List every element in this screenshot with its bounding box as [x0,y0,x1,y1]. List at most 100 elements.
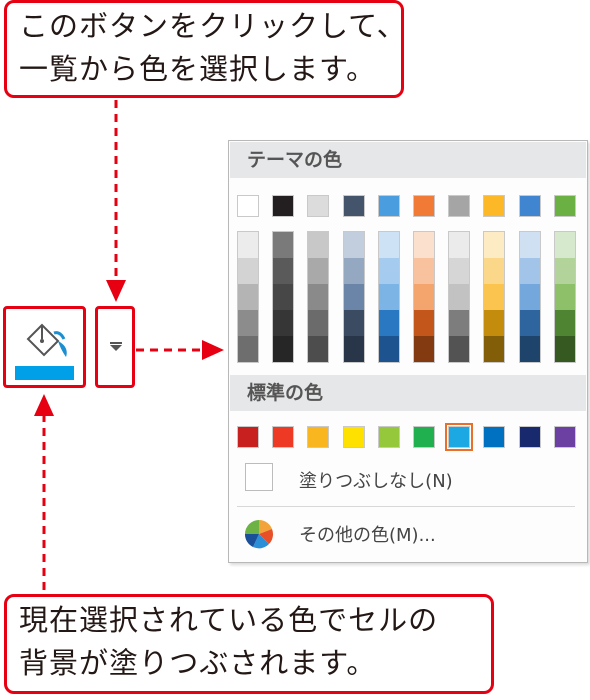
standard-color-swatch[interactable] [553,426,576,448]
callout-bottom-line1: 現在選択されている色でセルの [19,603,439,637]
theme-shade-swatch[interactable] [519,258,540,284]
theme-shade-column [377,231,400,363]
standard-colors-header: 標準の色 [230,375,586,411]
standard-color-swatch[interactable] [342,426,365,448]
theme-shade-swatch[interactable] [414,310,434,336]
standard-color-swatch[interactable] [377,426,400,448]
theme-shade-swatch[interactable] [484,232,505,258]
theme-shade-swatch[interactable] [449,258,470,284]
no-fill-label: 塗りつぶしなし(N) [299,471,453,492]
theme-shade-swatch[interactable] [273,258,294,284]
current-fill-color-swatch [15,366,74,380]
fill-color-button[interactable] [3,306,86,388]
standard-color-swatch[interactable] [237,426,259,448]
theme-shade-swatch[interactable] [343,232,364,258]
theme-shade-column [553,231,576,363]
theme-shade-swatch[interactable] [308,232,329,258]
arrowhead-down [106,280,126,302]
fill-color-dropdown-button[interactable] [95,306,135,388]
theme-shade-swatch[interactable] [449,232,470,258]
theme-shade-column [483,231,506,363]
theme-shade-swatch[interactable] [449,310,470,336]
theme-shade-swatch[interactable] [238,284,258,310]
theme-shade-swatch[interactable] [519,232,540,258]
theme-shade-swatch[interactable] [449,284,470,310]
theme-shade-swatch[interactable] [554,232,575,258]
theme-shade-column [448,231,471,363]
theme-shade-swatch[interactable] [519,310,540,336]
theme-shade-swatch[interactable] [238,258,258,284]
theme-shade-column [307,231,330,363]
theme-shade-swatch[interactable] [414,284,434,310]
theme-shade-swatch[interactable] [519,336,540,362]
theme-color-swatch[interactable] [518,195,541,217]
theme-shade-swatch[interactable] [273,336,294,362]
theme-shade-swatch[interactable] [484,310,505,336]
theme-shade-swatch[interactable] [484,258,505,284]
theme-shade-swatch[interactable] [484,336,505,362]
instruction-callout-top: このボタンをクリックして、 一覧から色を選択します。 [4,0,407,98]
theme-color-swatch[interactable] [272,195,295,217]
theme-shade-swatch[interactable] [554,336,575,362]
theme-color-swatch[interactable] [483,195,506,217]
theme-shade-swatch[interactable] [343,310,364,336]
theme-shade-column [413,231,435,363]
standard-color-swatch[interactable] [483,426,506,448]
theme-color-swatch[interactable] [553,195,576,217]
standard-color-swatch-selected[interactable] [445,423,474,451]
theme-color-swatch[interactable] [448,195,471,217]
theme-shade-swatch[interactable] [343,284,364,310]
theme-shade-swatch[interactable] [519,284,540,310]
standard-color-swatch[interactable] [307,426,330,448]
theme-shade-swatch[interactable] [273,284,294,310]
theme-shade-swatch[interactable] [343,258,364,284]
theme-shade-swatch[interactable] [273,232,294,258]
theme-color-swatch[interactable] [342,195,365,217]
theme-color-swatch[interactable] [307,195,330,217]
theme-shade-swatch[interactable] [308,284,329,310]
standard-color-swatch[interactable] [272,426,295,448]
theme-shade-swatch[interactable] [378,232,399,258]
theme-shade-swatch[interactable] [238,310,258,336]
theme-shade-column [518,231,541,363]
theme-shade-swatch[interactable] [378,310,399,336]
theme-color-swatch[interactable] [237,195,259,217]
theme-shade-swatch[interactable] [378,336,399,362]
theme-color-swatch[interactable] [377,195,400,217]
theme-shade-swatch[interactable] [273,310,294,336]
theme-shade-swatch[interactable] [414,336,434,362]
no-fill-swatch [245,463,273,491]
theme-shade-swatch[interactable] [414,258,434,284]
no-fill-menu-item[interactable]: 塗りつぶしなし(N) [237,461,577,497]
callout-top-line1: このボタンをクリックして、 [19,9,407,43]
theme-shade-column [237,231,259,363]
theme-shade-swatch[interactable] [554,310,575,336]
dropdown-arrow-icon [110,342,122,351]
theme-shade-swatch[interactable] [378,258,399,284]
theme-shade-swatch[interactable] [238,232,258,258]
theme-shade-swatch[interactable] [378,284,399,310]
more-colors-menu-item[interactable]: その他の色(M)... [237,515,577,551]
theme-shade-swatch[interactable] [414,232,434,258]
theme-shade-column [342,231,365,363]
theme-color-swatch[interactable] [413,195,435,217]
theme-shade-swatch[interactable] [343,336,364,362]
theme-shade-swatch[interactable] [484,284,505,310]
arrowhead-up [34,394,54,416]
standard-color-swatch[interactable] [413,426,435,448]
color-wheel-icon [244,520,274,549]
standard-color-swatch[interactable] [518,426,541,448]
theme-shade-column [272,231,295,363]
callout-bottom-line2: 背景が塗りつぶされます。 [19,646,377,680]
theme-shade-swatch[interactable] [308,336,329,362]
arrowhead-right [202,340,224,360]
theme-shade-swatch[interactable] [554,258,575,284]
theme-shade-swatch[interactable] [554,284,575,310]
more-colors-label: その他の色(M)... [299,525,436,546]
theme-shade-swatch[interactable] [308,258,329,284]
theme-shade-swatch[interactable] [308,310,329,336]
theme-shade-swatch[interactable] [449,336,470,362]
color-palette-dropdown: テーマの色 標準の色 塗りつぶしなし(N) その他の色(M)... [228,140,588,563]
theme-shade-swatch[interactable] [238,336,258,362]
theme-colors-header: テーマの色 [230,142,586,178]
